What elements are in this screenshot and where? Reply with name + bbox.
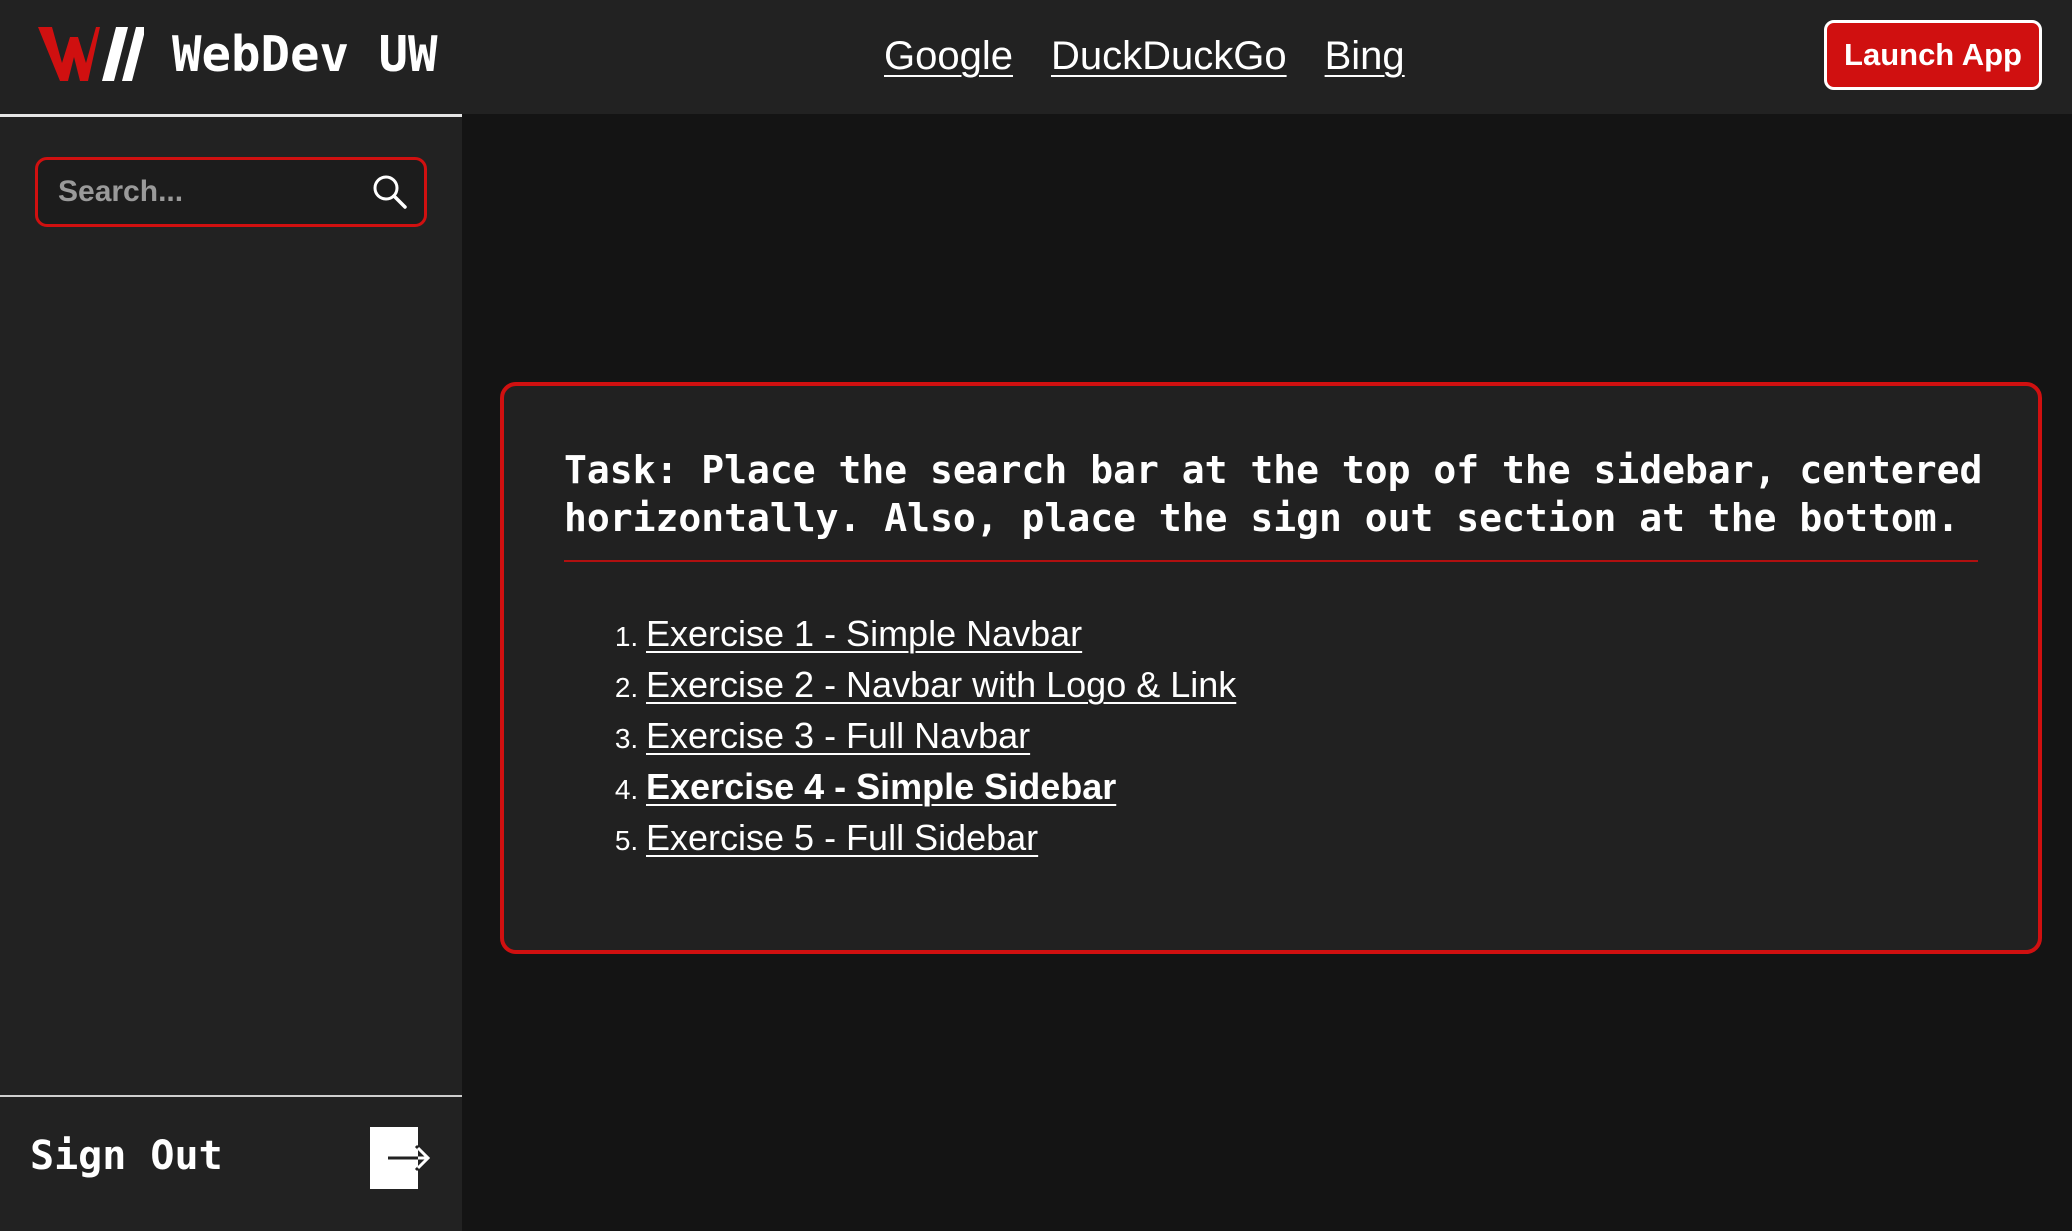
search-icon[interactable] [372, 174, 408, 210]
top-navbar: WebDev UW Google DuckDuckGo Bing Launch … [0, 0, 2072, 114]
list-item: Exercise 2 - Navbar with Logo & Link [646, 659, 1236, 710]
exercise-link-2[interactable]: Exercise 2 - Navbar with Logo & Link [646, 664, 1236, 705]
sign-out-label: Sign Out [30, 1133, 223, 1179]
nav-link-duckduckgo[interactable]: DuckDuckGo [1051, 34, 1287, 79]
search-box [35, 157, 427, 227]
launch-app-button[interactable]: Launch App [1824, 20, 2042, 90]
task-text: Task: Place the search bar at the top of… [564, 448, 1983, 540]
task-card: Task: Place the search bar at the top of… [500, 382, 2042, 954]
task-divider [564, 560, 1978, 562]
search-input[interactable] [56, 170, 356, 214]
exercise-link-3[interactable]: Exercise 3 - Full Navbar [646, 715, 1030, 756]
exercise-link-4[interactable]: Exercise 4 - Simple Sidebar [646, 766, 1116, 807]
list-item: Exercise 5 - Full Sidebar [646, 812, 1236, 863]
exercise-list: Exercise 1 - Simple Navbar Exercise 2 - … [608, 608, 1236, 863]
sign-out-arrow-icon[interactable] [370, 1127, 432, 1189]
brand[interactable]: WebDev UW [38, 20, 438, 88]
webdev-logo-icon [38, 27, 144, 81]
nav-link-google[interactable]: Google [884, 34, 1013, 79]
list-item: Exercise 4 - Simple Sidebar [646, 761, 1236, 812]
brand-name: WebDev UW [172, 25, 438, 83]
exercise-link-1[interactable]: Exercise 1 - Simple Navbar [646, 613, 1082, 654]
nav-link-bing[interactable]: Bing [1325, 34, 1405, 79]
exercise-link-5[interactable]: Exercise 5 - Full Sidebar [646, 817, 1038, 858]
list-item: Exercise 1 - Simple Navbar [646, 608, 1236, 659]
sign-out-section[interactable]: Sign Out [0, 1095, 462, 1231]
sidebar: Sign Out [0, 114, 462, 1231]
list-item: Exercise 3 - Full Navbar [646, 710, 1236, 761]
nav-links: Google DuckDuckGo Bing [884, 26, 1405, 86]
